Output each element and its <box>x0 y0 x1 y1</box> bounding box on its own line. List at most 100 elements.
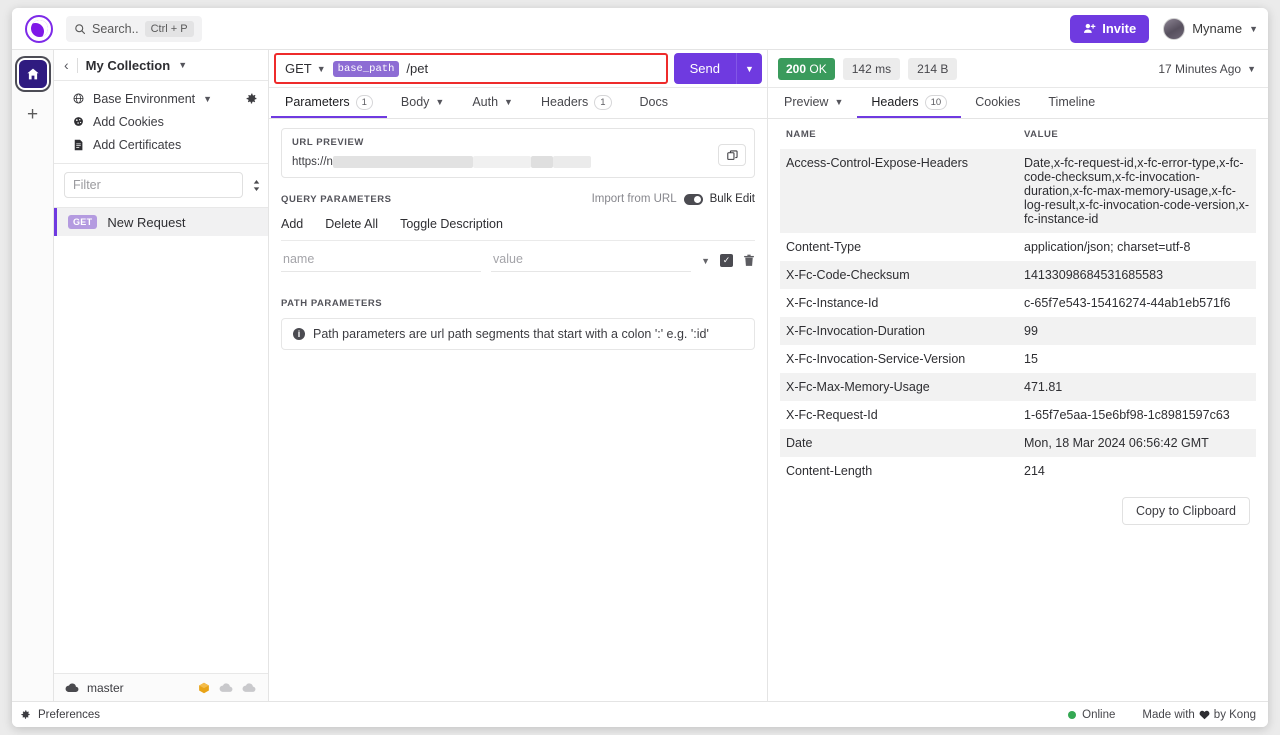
send-button[interactable]: Send <box>673 53 736 84</box>
sidebar-item-add-certificates[interactable]: Add Certificates <box>54 133 268 156</box>
globe-icon <box>72 93 85 104</box>
chevron-down-icon[interactable]: ▼ <box>178 60 187 70</box>
sync-icons <box>198 682 256 694</box>
tab-auth[interactable]: Auth ▼ <box>458 88 527 118</box>
response-timestamp-label: 17 Minutes Ago <box>1158 61 1242 76</box>
package-icon[interactable] <box>198 682 210 694</box>
query-parameters-header: QUERY PARAMETERS Import from URL Bulk Ed… <box>281 193 755 205</box>
header-value-cell: Mon, 18 Mar 2024 06:56:42 GMT <box>1018 429 1256 457</box>
copy-to-clipboard-row: Copy to Clipboard <box>780 485 1256 539</box>
toggle-description-button[interactable]: Toggle Description <box>400 217 503 231</box>
preferences-button[interactable]: Preferences <box>20 709 100 721</box>
bulk-edit-label[interactable]: Bulk Edit <box>710 193 755 205</box>
header-value-cell: 15 <box>1024 352 1038 366</box>
header-value-cell: c-65f7e543-15416274-44ab1eb571f6 <box>1024 296 1231 310</box>
preferences-label: Preferences <box>38 708 101 721</box>
tab-label: Headers <box>540 95 589 109</box>
status-badge[interactable]: 200 OK <box>778 57 835 80</box>
made-with-label: Made with by Kong <box>1142 709 1256 721</box>
column-header-name: NAME <box>786 129 817 140</box>
sidebar-item-label: Base Environment <box>93 91 196 106</box>
header-value-cell: application/json; charset=utf-8 <box>1024 240 1191 254</box>
param-enabled-checkbox[interactable]: ✓ <box>720 254 734 267</box>
chevron-down-icon: ▼ <box>1247 63 1256 74</box>
param-value-input[interactable] <box>491 249 692 272</box>
import-from-url-button[interactable]: Import from URL <box>592 193 677 205</box>
tab-timeline[interactable]: Timeline <box>1034 88 1109 118</box>
sidebar-item-add-cookies[interactable]: Add Cookies <box>54 110 268 133</box>
gear-icon[interactable] <box>245 92 258 105</box>
cloud-upload-icon[interactable] <box>242 682 256 693</box>
redacted-block <box>552 156 591 168</box>
tab-parameters[interactable]: Parameters 1 <box>271 88 387 118</box>
tab-headers[interactable]: Headers 1 <box>527 88 626 118</box>
redacted-block <box>472 156 531 168</box>
tab-body[interactable]: Body ▼ <box>387 88 458 118</box>
tab-label: Auth <box>472 95 499 109</box>
param-name-input[interactable] <box>281 249 482 272</box>
delete-param-icon[interactable] <box>743 254 755 267</box>
status-text: OK <box>809 61 827 76</box>
tab-label: Preview <box>784 95 829 109</box>
sort-icon[interactable] <box>251 179 262 192</box>
add-param-button[interactable]: Add <box>281 217 303 231</box>
response-pane: 200 OK 142 ms 214 B 17 Minutes Ago ▼ Pre… <box>768 50 1268 701</box>
tab-label: Parameters <box>285 95 350 109</box>
titlebar: Search.. Ctrl + P Invite Myname ▼ <box>12 8 1268 50</box>
insomnia-app-window: Search.. Ctrl + P Invite Myname ▼ + ‹ My… <box>12 8 1268 727</box>
tab-cookies[interactable]: Cookies <box>961 88 1034 118</box>
status-code: 200 <box>786 61 807 76</box>
activity-bar: + <box>12 50 54 701</box>
tab-preview[interactable]: Preview ▼ <box>770 88 857 118</box>
search-input[interactable]: Search.. Ctrl + P <box>66 15 202 42</box>
user-menu[interactable]: Myname ▼ <box>1163 17 1258 40</box>
url-preview-title: URL PREVIEW <box>292 137 364 148</box>
tab-docs[interactable]: Docs <box>626 88 682 118</box>
sidebar-footer: master <box>54 673 268 701</box>
chevron-down-icon: ▼ <box>504 97 513 107</box>
copy-to-clipboard-button[interactable]: Copy to Clipboard <box>1121 497 1250 525</box>
query-parameters-actions: Import from URL Bulk Edit <box>592 193 755 205</box>
back-chevron-icon[interactable]: ‹ <box>64 58 69 72</box>
url-input[interactable]: GET ▼ base_path /pet <box>274 53 668 84</box>
send-dropdown-button[interactable]: ▼ <box>736 53 762 84</box>
chevron-down-icon[interactable]: ▼ <box>701 256 710 266</box>
tab-count-badge: 1 <box>594 94 612 110</box>
cloud-download-icon[interactable] <box>219 682 233 693</box>
response-history-dropdown[interactable]: 17 Minutes Ago ▼ <box>1158 62 1256 76</box>
tab-response-headers[interactable]: Headers 10 <box>857 88 962 118</box>
header-name-cell: X-Fc-Code-Checksum <box>780 261 1018 289</box>
sidebar-item-base-environment[interactable]: Base Environment ▼ <box>54 87 268 110</box>
path-parameters-title: PATH PARAMETERS <box>281 298 383 309</box>
header-name-cell: Date <box>780 429 1018 457</box>
header-value-cell: 99 <box>1018 317 1256 345</box>
delete-all-params-button[interactable]: Delete All <box>325 217 378 231</box>
request-body-content: URL PREVIEW https://n QUERY PARAMETERS I… <box>269 119 767 701</box>
branch-name-label[interactable]: master <box>87 681 124 695</box>
list-item[interactable]: GET New Request <box>54 208 268 236</box>
method-selector[interactable]: GET ▼ <box>285 61 326 76</box>
template-tag-base-path[interactable]: base_path <box>332 60 400 77</box>
home-button[interactable] <box>18 60 47 88</box>
header-name-cell: X-Fc-Request-Id <box>786 408 878 422</box>
table-row: X-Fc-Max-Memory-Usage 471.81 <box>780 373 1256 401</box>
table-row: Content-Length 214 <box>780 457 1256 485</box>
insomnia-logo-icon <box>25 14 53 43</box>
response-body-content: NAME VALUE Access-Control-Expose-Headers… <box>768 119 1268 701</box>
copy-url-button[interactable] <box>718 144 746 166</box>
table-row: X-Fc-Instance-Id c-65f7e543-15416274-44ab… <box>780 289 1256 317</box>
response-size-badge[interactable]: 214 B <box>908 57 958 80</box>
response-time-badge[interactable]: 142 ms <box>842 57 901 80</box>
redacted-block <box>332 156 473 168</box>
chevron-down-icon: ▼ <box>316 63 326 74</box>
header-name-cell: X-Fc-Invocation-Service-Version <box>786 352 966 366</box>
add-workspace-button[interactable]: + <box>21 102 45 126</box>
chevron-down-icon: ▼ <box>834 97 844 107</box>
filter-input[interactable] <box>64 172 243 198</box>
environment-section: Base Environment ▼ Add Cookies Add Certi… <box>54 81 268 164</box>
bulk-edit-toggle[interactable] <box>683 193 703 205</box>
invite-button[interactable]: Invite <box>1070 14 1150 43</box>
info-icon: i <box>293 328 305 340</box>
url-path-text: /pet <box>406 61 429 76</box>
collection-name-label[interactable]: My Collection <box>86 58 171 73</box>
